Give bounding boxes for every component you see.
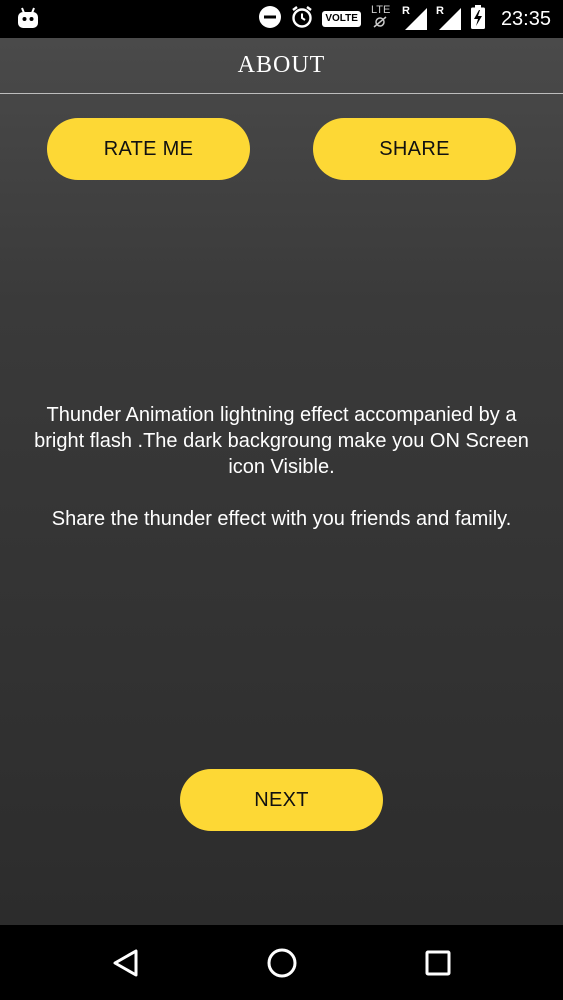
home-icon[interactable] (264, 945, 300, 981)
volte-badge: VOLTE (322, 11, 361, 27)
roaming-label: R (435, 5, 444, 17)
lte-label: LTE (370, 4, 391, 16)
android-notification-icon (16, 7, 40, 33)
description-paragraph: Thunder Animation lightning effect accom… (34, 404, 529, 478)
status-clock: 23:35 (500, 7, 551, 30)
signal-roaming-icon: R (401, 5, 429, 31)
system-nav-bar (0, 925, 563, 1000)
roaming-label: R (401, 5, 410, 17)
rate-me-button[interactable]: RATE ME (47, 118, 250, 180)
alarm-icon (290, 5, 314, 33)
toolbar: ABOUT (0, 38, 563, 94)
recents-icon[interactable] (420, 945, 456, 981)
next-button[interactable]: NEXT (180, 769, 383, 831)
description-text: Thunder Animation lightning effect accom… (30, 402, 533, 532)
lte-off-icon: LTE (369, 4, 395, 31)
battery-charging-icon (470, 5, 485, 33)
description-paragraph: Share the thunder effect with you friend… (51, 508, 512, 530)
page-title: ABOUT (237, 52, 326, 78)
share-button[interactable]: SHARE (313, 118, 516, 180)
back-icon[interactable] (108, 945, 144, 981)
status-bar: VOLTE LTE R R 23:35 (0, 0, 563, 38)
do-not-disturb-icon (258, 5, 282, 33)
signal-roaming-icon: R (435, 5, 463, 31)
about-screen: ABOUT RATE ME SHARE Thunder Animation li… (0, 38, 563, 925)
